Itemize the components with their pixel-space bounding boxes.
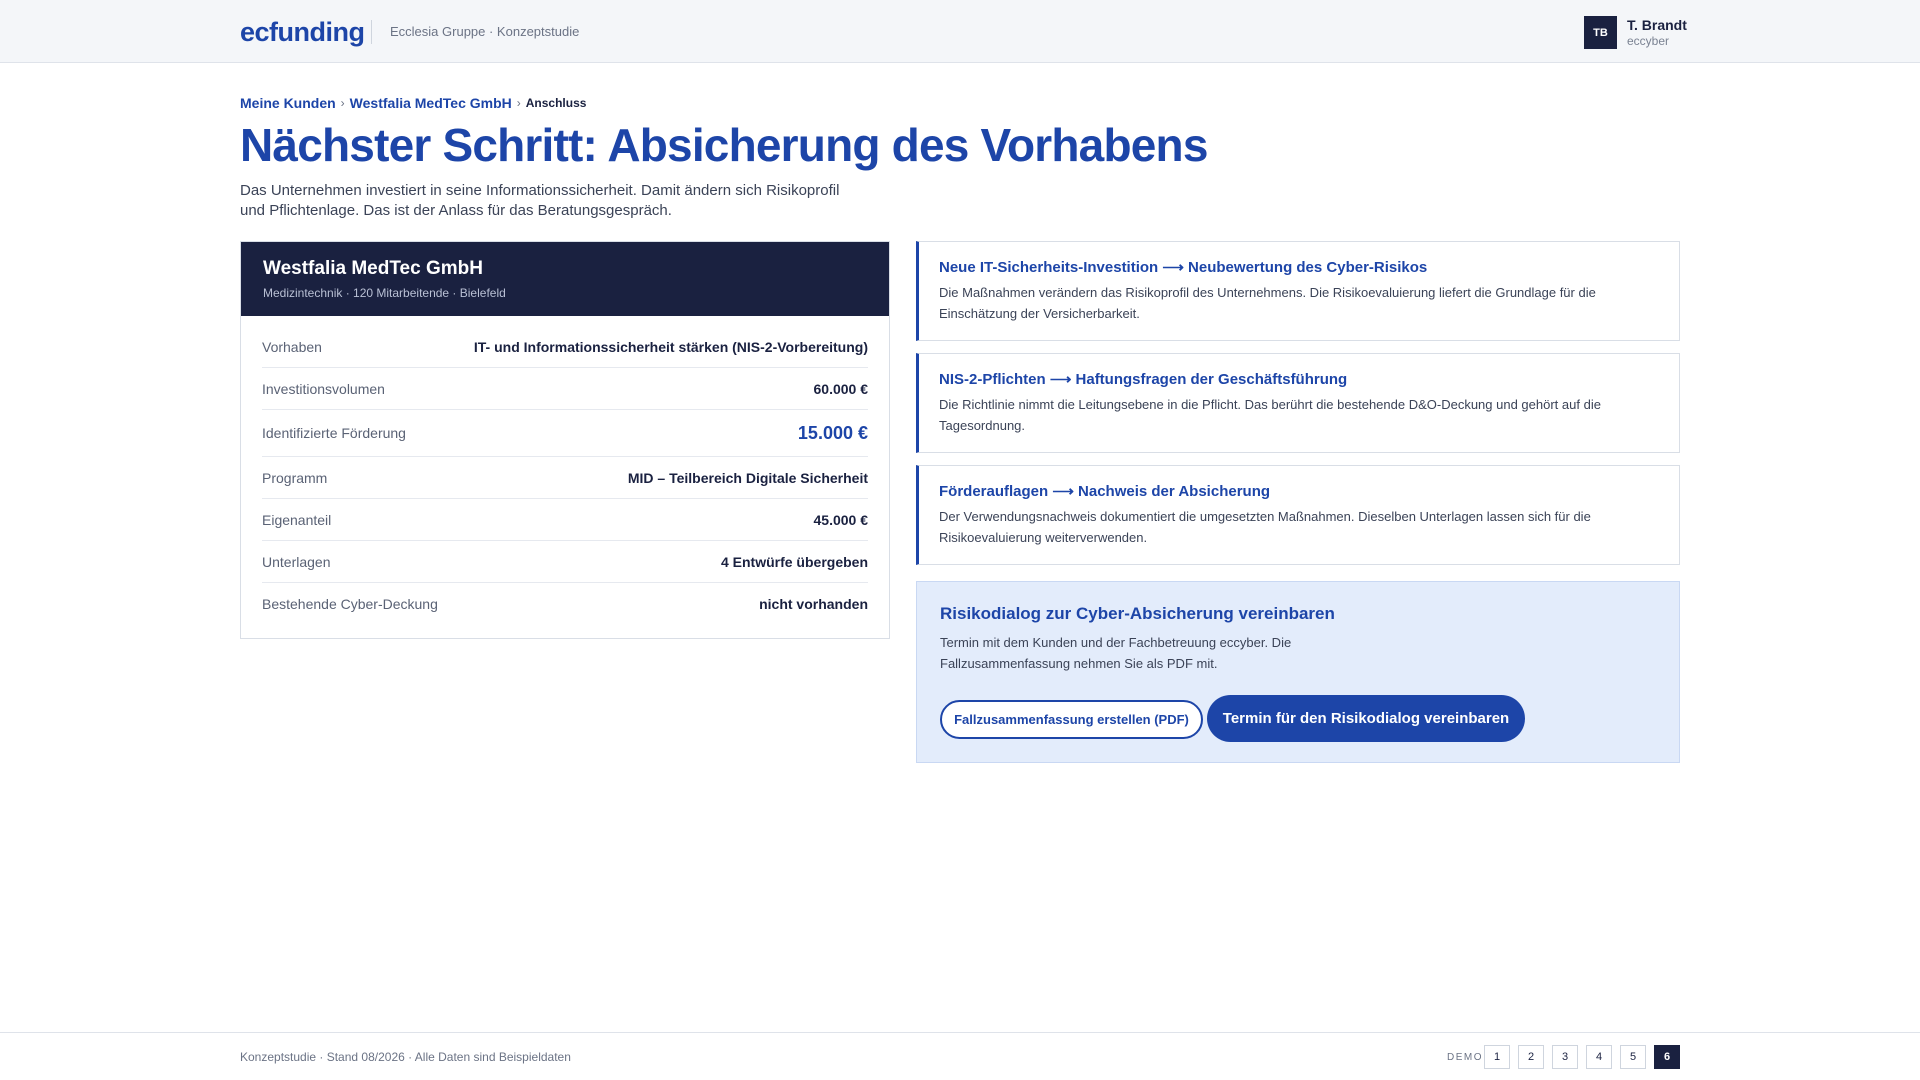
schedule-dialog-button[interactable]: Termin für den Risikodialog vereinbaren bbox=[1207, 695, 1525, 742]
insight-card: Förderauflagen ⟶ Nachweis der Absicherun… bbox=[916, 465, 1680, 565]
insight-text: Der Verwendungsnachweis dokumentiert die… bbox=[939, 509, 1591, 545]
detail-label: Identifizierte Förderung bbox=[262, 425, 406, 441]
page-button-4[interactable]: 4 bbox=[1586, 1045, 1612, 1069]
client-card-header: Westfalia MedTec GmbH Medizintechnik · 1… bbox=[241, 242, 889, 316]
detail-label: Unterlagen bbox=[262, 553, 331, 570]
detail-label: Investitionsvolumen bbox=[262, 380, 385, 397]
header-divider bbox=[371, 20, 372, 44]
cta-title: Risikodialog zur Cyber-Absicherung verei… bbox=[940, 604, 1335, 623]
detail-label: Eigenanteil bbox=[262, 511, 332, 528]
insight-card: Neue IT-Sicherheits-Investition ⟶ Neubew… bbox=[916, 241, 1680, 341]
breadcrumb-current: Anschluss bbox=[525, 96, 587, 110]
funding-amount: 15.000 € bbox=[797, 422, 868, 443]
footer: Konzeptstudie · Stand 08/2026 · Alle Dat… bbox=[0, 1032, 1920, 1080]
org-label: Ecclesia Gruppe · Konzeptstudie bbox=[390, 24, 580, 39]
top-bar: ecfunding Ecclesia Gruppe · Konzeptstudi… bbox=[0, 0, 1920, 63]
page-button-6[interactable]: 6 bbox=[1654, 1045, 1680, 1069]
detail-label: Programm bbox=[262, 469, 328, 486]
client-meta: Medizintechnik · 120 Mitarbeitende · Bie… bbox=[263, 286, 506, 300]
breadcrumb-separator: › bbox=[516, 96, 521, 110]
detail-row-project: Vorhaben IT- und Informationssicherheit … bbox=[262, 326, 868, 368]
app-logo[interactable]: ecfunding bbox=[240, 17, 365, 48]
detail-label: Bestehende Cyber-Deckung bbox=[262, 596, 438, 612]
detail-value: 4 Entwürfe übergeben bbox=[720, 553, 868, 570]
insight-text: Die Richtlinie nimmt die Leitungsebene i… bbox=[939, 397, 1601, 433]
demo-pager: 1 2 3 4 5 6 bbox=[1484, 1045, 1680, 1069]
insight-title: NIS-2-Pflichten ⟶ Haftungsfragen der Ges… bbox=[939, 371, 1348, 388]
detail-value: 60.000 € bbox=[813, 380, 869, 397]
insight-text: Die Maßnahmen verändern das Risikoprofil… bbox=[939, 285, 1596, 321]
detail-row-program: Programm MID – Teilbereich Digitale Sich… bbox=[262, 457, 868, 499]
client-details: Vorhaben IT- und Informationssicherheit … bbox=[241, 316, 889, 625]
detail-row-own-share: Eigenanteil 45.000 € bbox=[262, 499, 868, 541]
page-button-3[interactable]: 3 bbox=[1552, 1045, 1578, 1069]
demo-label: DEMO bbox=[1447, 1052, 1483, 1063]
breadcrumb-client[interactable]: Westfalia MedTec GmbH bbox=[350, 95, 512, 111]
detail-row-cyber-coverage: Bestehende Cyber-Deckung nicht vorhanden bbox=[262, 583, 868, 625]
insight-title: Förderauflagen ⟶ Nachweis der Absicherun… bbox=[939, 483, 1271, 500]
detail-value: 45.000 € bbox=[813, 511, 869, 528]
breadcrumb-my-clients[interactable]: Meine Kunden bbox=[240, 95, 336, 111]
cta-panel: Risikodialog zur Cyber-Absicherung verei… bbox=[916, 581, 1680, 763]
page-description: Das Unternehmen investiert in seine Info… bbox=[240, 182, 840, 219]
insight-title: Neue IT-Sicherheits-Investition ⟶ Neubew… bbox=[939, 259, 1428, 276]
cta-text: Termin mit dem Kunden und der Fachbetreu… bbox=[940, 635, 1292, 671]
client-name: Westfalia MedTec GmbH bbox=[263, 258, 483, 279]
page-button-1[interactable]: 1 bbox=[1484, 1045, 1510, 1069]
detail-value: nicht vorhanden bbox=[759, 596, 868, 612]
insight-card: NIS-2-Pflichten ⟶ Haftungsfragen der Ges… bbox=[916, 353, 1680, 453]
detail-row-investment: Investitionsvolumen 60.000 € bbox=[262, 368, 868, 410]
page-title: Nächster Schritt: Absicherung des Vorhab… bbox=[240, 119, 1208, 171]
user-org: eccyber bbox=[1627, 34, 1670, 48]
breadcrumb-separator: › bbox=[340, 96, 345, 110]
detail-row-funding: Identifizierte Förderung 15.000 € bbox=[262, 410, 868, 457]
detail-row-documents: Unterlagen 4 Entwürfe übergeben bbox=[262, 541, 868, 583]
breadcrumb: Meine Kunden › Westfalia MedTec GmbH › A… bbox=[240, 95, 586, 111]
page-button-2[interactable]: 2 bbox=[1518, 1045, 1544, 1069]
client-card: Westfalia MedTec GmbH Medizintechnik · 1… bbox=[240, 241, 890, 639]
detail-value: MID – Teilbereich Digitale Sicherheit bbox=[627, 469, 868, 486]
detail-label: Vorhaben bbox=[262, 338, 322, 355]
footer-note: Konzeptstudie · Stand 08/2026 · Alle Dat… bbox=[240, 1050, 571, 1064]
detail-value: IT- und Informationssicherheit stärken (… bbox=[473, 338, 868, 355]
page-button-5[interactable]: 5 bbox=[1620, 1045, 1646, 1069]
user-avatar[interactable]: TB bbox=[1584, 16, 1617, 49]
user-name[interactable]: T. Brandt bbox=[1627, 17, 1687, 33]
create-summary-pdf-button[interactable]: Fallzusammenfassung erstellen (PDF) bbox=[940, 700, 1203, 739]
